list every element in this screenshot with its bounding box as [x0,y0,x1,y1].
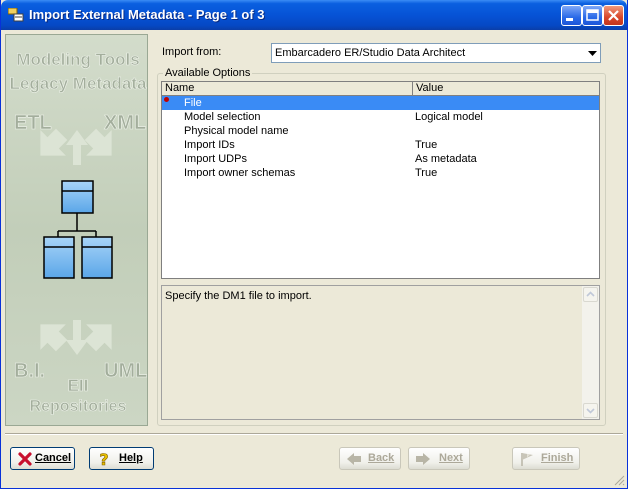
finish-button[interactable]: Finish [512,447,580,470]
wizard-banner: Modeling Tools Legacy Metadata ETL XML B… [5,34,148,426]
svg-text:?: ? [99,451,108,467]
back-label: Back [368,452,395,464]
grid-header: Name Value [162,82,599,96]
cancel-button[interactable]: Cancel [10,447,75,470]
available-options-label: Available Options [163,67,253,79]
option-description-text: Specify the DM1 file to import. [165,290,312,302]
option-row-file[interactable]: File [162,96,599,110]
banner-text-uml: UML [104,360,147,382]
banner-artwork: Modeling Tools Legacy Metadata ETL XML B… [6,35,148,425]
import-from-value: Embarcadero ER/Studio Data Architect [275,47,466,59]
checkered-flag-icon [521,453,533,466]
import-metadata-app-icon [8,8,24,22]
dropdown-button[interactable] [583,44,600,62]
chevron-down-icon [586,408,595,414]
option-name: Import IDs [184,139,235,151]
help-label: Help [119,452,143,464]
minimize-button[interactable] [561,5,582,26]
option-value[interactable]: Logical model [415,110,483,124]
option-row-model-selection[interactable]: Model selection Logical model [162,110,599,124]
option-value[interactable]: True [415,138,437,152]
required-marker-icon [164,97,169,102]
cancel-label: Cancel [35,452,72,464]
banner-text-eii: EII [68,376,89,395]
red-x-icon [18,452,32,466]
banner-text-modeling-tools: Modeling Tools [16,50,139,69]
next-label: Next [439,452,463,464]
column-header-name[interactable]: Name [162,82,413,96]
button-separator [5,433,623,435]
maximize-icon [586,9,599,21]
arrow-left-icon [347,453,361,465]
option-description-box[interactable]: Specify the DM1 file to import. [161,285,600,420]
scroll-down-button[interactable] [583,403,598,418]
chevron-up-icon [586,291,595,297]
option-row-import-owner-schemas[interactable]: Import owner schemas True [162,166,599,180]
banner-text-etl: ETL [14,112,52,134]
title-bar[interactable]: Import External Metadata - Page 1 of 3 [1,0,627,30]
import-from-select[interactable]: Embarcadero ER/Studio Data Architect [271,43,601,63]
banner-text-repositories: Repositories [30,398,127,415]
option-name: Import owner schemas [184,167,296,179]
option-name: File [184,97,202,109]
import-metadata-dialog: Import External Metadata - Page 1 of 3 M… [0,0,628,489]
minimize-icon [566,18,573,21]
option-name: Model selection [184,111,261,123]
banner-text-xml: XML [104,112,146,134]
import-from-label: Import from: [162,46,222,58]
help-button[interactable]: ? Help [89,447,154,470]
window-title: Import External Metadata - Page 1 of 3 [29,7,265,22]
column-header-value[interactable]: Value [413,82,599,96]
close-icon [608,10,619,21]
banner-text-bi: B.I. [14,360,45,382]
banner-text-legacy-metadata: Legacy Metadata [10,74,148,93]
next-button[interactable]: Next [408,447,470,470]
option-row-import-udps[interactable]: Import UDPs As metadata [162,152,599,166]
option-value[interactable]: As metadata [415,152,477,166]
question-mark-icon: ? [99,451,109,467]
option-row-import-ids[interactable]: Import IDs True [162,138,599,152]
description-scrollbar[interactable] [582,286,599,419]
chevron-down-icon [588,51,597,56]
option-value[interactable]: True [415,166,437,180]
option-name: Physical model name [184,125,289,137]
close-button[interactable] [603,5,624,26]
arrow-right-icon [416,453,430,465]
maximize-button[interactable] [582,5,603,26]
finish-label: Finish [541,452,574,464]
option-name: Import UDPs [184,153,247,165]
resize-grip-icon[interactable] [613,474,625,486]
option-row-physical-model-name[interactable]: Physical model name [162,124,599,138]
scroll-up-button[interactable] [583,287,598,302]
back-button[interactable]: Back [339,447,401,470]
options-grid[interactable]: Name Value File Model selection Logical … [161,81,600,279]
